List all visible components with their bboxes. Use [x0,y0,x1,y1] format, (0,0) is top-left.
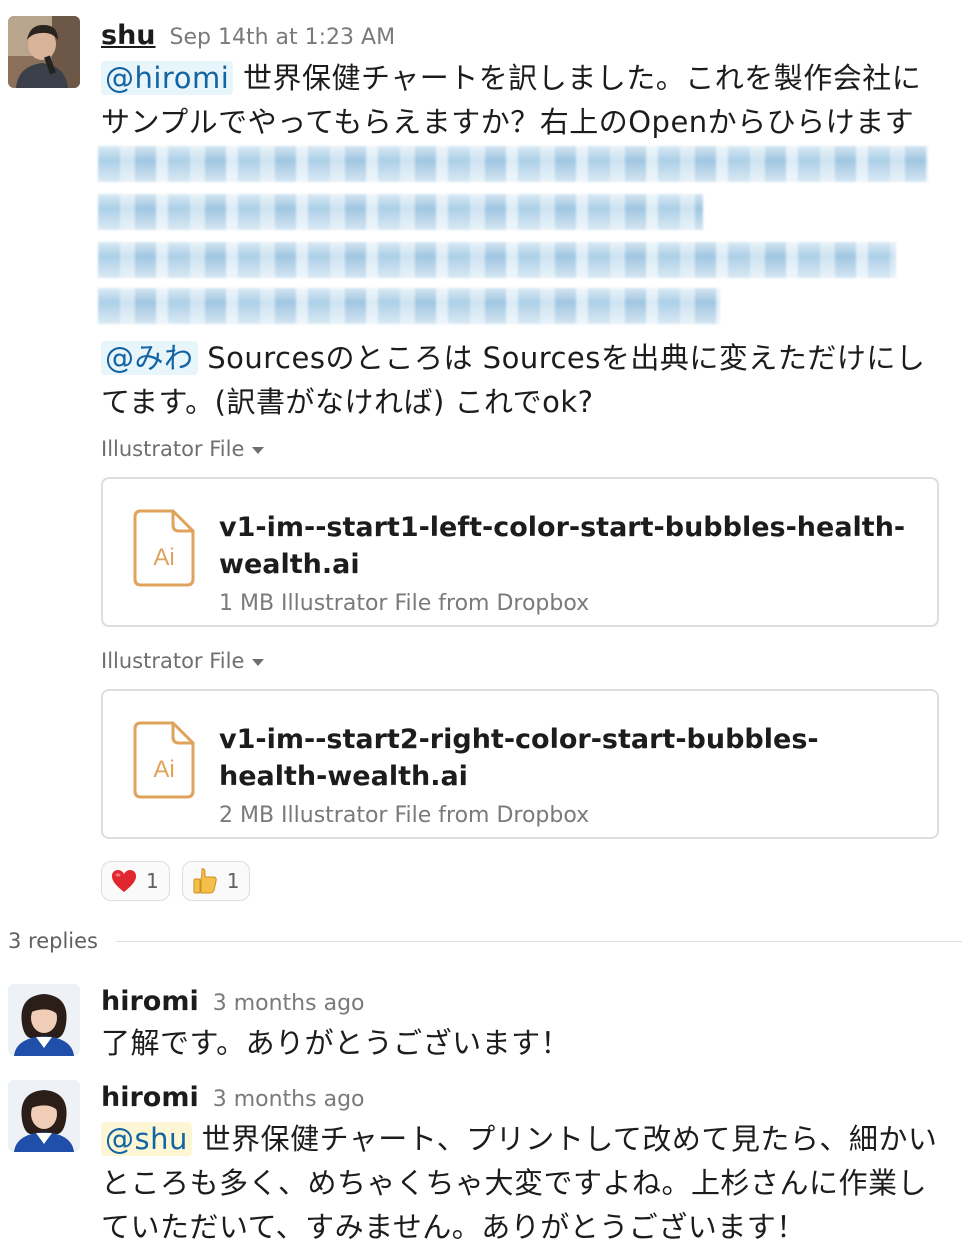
file-attachment-card-1[interactable]: Ai v1-im--start1-left-color-start-bubble… [101,477,939,627]
reaction-count: 1 [226,869,240,893]
reply-2-header: hiromi 3 months ago [101,1082,365,1113]
thread-replies-divider: 3 replies [8,929,962,953]
author-name[interactable]: shu [101,20,156,51]
main-message-text-1: @hiromi 世界保健チャートを訳しました。これを製作会社にサンプルでやっても… [101,56,941,144]
file-name-1[interactable]: v1-im--start1-left-color-start-bubbles-h… [219,509,919,583]
reply-1-header: hiromi 3 months ago [101,986,365,1017]
main-message-text-2: @みわ Sourcesのところは Sourcesを出典に変えただけにしてます。(… [101,336,941,424]
reply-1-text: 了解です。ありがとうございます！ [101,1026,571,1060]
file-type-label-2[interactable]: Illustrator File [101,649,265,673]
replies-count[interactable]: 3 replies [8,929,98,953]
reply-2-text: @shu 世界保健チャート、プリントして改めて見たら、細かいところも多く、めちゃ… [101,1117,941,1249]
reply-2-body: 世界保健チャート、プリントして改めて見たら、細かいところも多く、めちゃくちゃ大変… [101,1122,938,1244]
user-photo-icon [8,1080,80,1152]
avatar-shu[interactable] [8,16,80,88]
message-body-2: Sourcesのところは Sourcesを出典に変えただけにしてます。(訳書がな… [101,341,926,419]
author-name[interactable]: hiromi [101,986,199,1017]
file-meta-1: 1 MB Illustrator File from Dropbox [219,591,590,616]
avatar-hiromi[interactable] [8,1080,80,1152]
chevron-down-icon [252,446,265,454]
author-name[interactable]: hiromi [101,1082,199,1113]
svg-text:Ai: Ai [153,544,174,571]
avatar-hiromi[interactable] [8,984,80,1056]
user-photo-icon [8,984,80,1056]
reaction-heart[interactable]: 1 [101,861,170,901]
thumbs-up-emoji-icon [193,868,217,894]
mention-shu[interactable]: @shu [101,1122,192,1156]
mention-miwa[interactable]: @みわ [101,341,198,375]
message-timestamp[interactable]: 3 months ago [213,991,365,1016]
main-message-header: shu Sep 14th at 1:23 AM [101,20,395,51]
mention-hiromi[interactable]: @hiromi [101,61,234,95]
message-timestamp[interactable]: 3 months ago [213,1087,365,1112]
heart-emoji-icon [112,870,136,892]
redacted-link-block [98,146,933,326]
reaction-count: 1 [146,869,159,893]
chevron-down-icon [252,658,265,666]
file-name-2[interactable]: v1-im--start2-right-color-start-bubbles-… [219,721,919,795]
illustrator-file-icon: Ai [133,509,195,587]
file-meta-2: 2 MB Illustrator File from Dropbox [219,803,590,828]
file-type-label-1[interactable]: Illustrator File [101,437,265,461]
user-photo-icon [8,16,80,88]
svg-text:Ai: Ai [153,756,174,783]
illustrator-file-icon: Ai [133,721,195,799]
reactions-bar: 1 1 [101,861,251,901]
reaction-thumbs-up[interactable]: 1 [181,861,251,901]
file-attachment-card-2[interactable]: Ai v1-im--start2-right-color-start-bubbl… [101,689,939,839]
message-timestamp[interactable]: Sep 14th at 1:23 AM [170,25,396,50]
divider-line [116,940,962,942]
